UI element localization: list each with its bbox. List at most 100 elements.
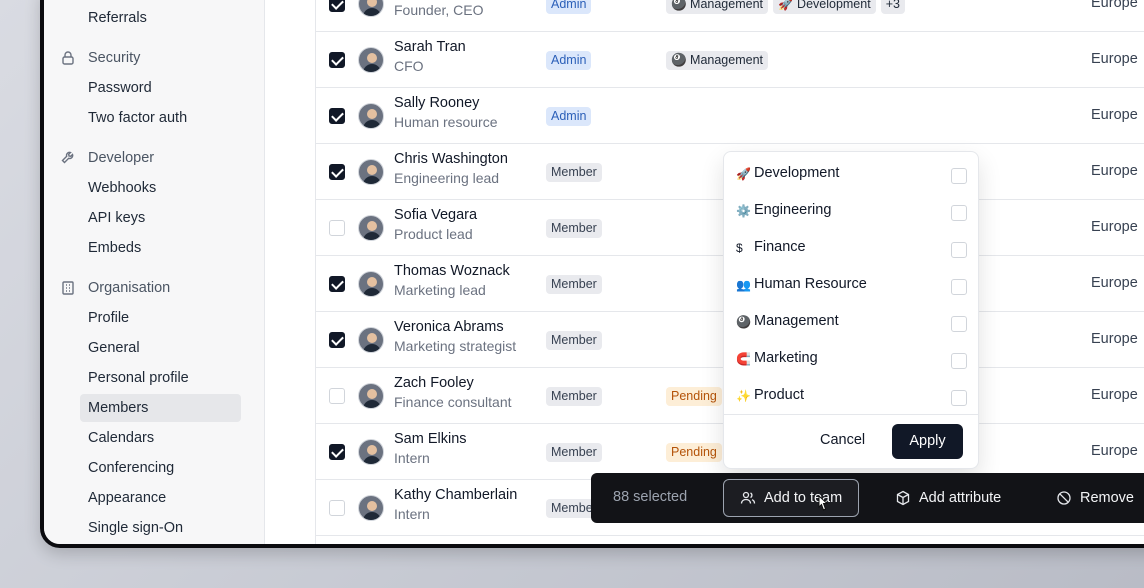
role-badge: Member	[546, 387, 602, 406]
sidebar-item-profile[interactable]: Profile	[88, 304, 129, 332]
row-checkbox[interactable]	[329, 220, 345, 236]
team-option-label: Management	[754, 313, 839, 329]
member-title: Founder, CEO	[394, 2, 484, 18]
mouse-cursor-icon	[818, 495, 829, 511]
pending-badge: Pending	[666, 443, 722, 462]
member-title: Marketing strategist	[394, 338, 517, 354]
team-option[interactable]: ⚙️ Engineering	[724, 192, 978, 229]
sidebar: Referrals Security Password Two factor a…	[44, 0, 265, 544]
team-option[interactable]: 🚀 Development	[724, 155, 978, 192]
team-option[interactable]: ✨ Product	[724, 377, 978, 414]
pending-badge: Pending	[666, 387, 722, 406]
users-icon	[740, 491, 756, 504]
member-name: Sally Rooney	[394, 95, 480, 111]
cancel-button[interactable]: Cancel	[820, 432, 865, 448]
add-to-team-button[interactable]: Add to team	[723, 479, 860, 517]
sidebar-item-members[interactable]: Members	[80, 394, 241, 422]
remove-label: Remove	[1080, 490, 1134, 506]
member-region: Europe	[1091, 275, 1138, 291]
team-tag: 🚀 Development	[773, 0, 876, 14]
row-checkbox[interactable]	[329, 332, 345, 348]
team-option-checkbox[interactable]	[951, 205, 967, 221]
row-checkbox[interactable]	[329, 0, 345, 12]
avatar	[358, 215, 384, 241]
member-region: Europe	[1091, 219, 1138, 235]
team-option-checkbox[interactable]	[951, 242, 967, 258]
role-badge: Admin	[546, 0, 592, 14]
member-name: Thomas Woznack	[394, 263, 510, 279]
role-badge: Member	[546, 219, 602, 238]
sidebar-item-password[interactable]: Password	[88, 74, 152, 102]
team-tag: 🎱 Management	[666, 0, 768, 14]
table-row[interactable]: Sally Rooney Human resource Admin Europe	[316, 88, 1144, 144]
team-option[interactable]: $ Finance	[724, 229, 978, 266]
sidebar-item-calendars[interactable]: Calendars	[88, 424, 154, 452]
row-checkbox[interactable]	[329, 276, 345, 292]
role-badge: Member	[546, 331, 602, 350]
apply-button[interactable]: Apply	[892, 424, 963, 459]
add-attribute-label: Add attribute	[919, 490, 1002, 506]
table-row[interactable]: Alex FischerFounder, CEOAdmin🎱 Managemen…	[316, 0, 1144, 32]
team-option-checkbox[interactable]	[951, 353, 967, 369]
team-emoji-icon: 🧲	[736, 352, 751, 366]
team-emoji-icon: $	[736, 241, 743, 255]
team-option-label: Finance	[754, 239, 806, 255]
row-checkbox[interactable]	[329, 500, 345, 516]
sidebar-item-embeds[interactable]: Embeds	[88, 234, 141, 262]
sidebar-item-webhooks[interactable]: Webhooks	[88, 174, 156, 202]
team-emoji-icon: ⚙️	[736, 204, 751, 218]
member-title: Engineering lead	[394, 170, 500, 186]
member-region: Europe	[1091, 107, 1138, 123]
team-option-checkbox[interactable]	[951, 168, 967, 184]
row-checkbox[interactable]	[329, 52, 345, 68]
team-tags: 🎱 Management	[666, 51, 768, 70]
sidebar-item-referrals[interactable]: Referrals	[88, 4, 147, 32]
member-name: Sarah Tran	[394, 39, 466, 55]
team-emoji-icon: 🚀	[736, 167, 751, 181]
sidebar-item-appearance[interactable]: Appearance	[88, 484, 166, 512]
sidebar-item-personal-profile[interactable]: Personal profile	[88, 364, 189, 392]
avatar	[358, 159, 384, 185]
team-tag: 🎱 Management	[666, 51, 768, 70]
sidebar-item-two-factor-auth[interactable]: Two factor auth	[88, 104, 187, 132]
team-option[interactable]: 👥 Human Resource	[724, 266, 978, 303]
member-title: Finance consultant	[394, 394, 512, 410]
lock-icon	[62, 51, 74, 65]
sidebar-item-single-sign-on[interactable]: Single sign-On	[88, 514, 183, 542]
member-region: Europe	[1091, 163, 1138, 179]
sidebar-group-label: Security	[88, 50, 141, 66]
table-row[interactable]: Sarah Tran CFO Admin 🎱 Management Europe	[316, 32, 1144, 88]
team-option-label: Development	[754, 165, 840, 181]
member-name: Chris Washington	[394, 151, 508, 167]
row-checkbox[interactable]	[329, 108, 345, 124]
team-option[interactable]: 🧲 Marketing	[724, 340, 978, 377]
role-badge: Admin	[546, 51, 592, 70]
team-option-checkbox[interactable]	[951, 279, 967, 295]
sidebar-item-conferencing[interactable]: Conferencing	[88, 454, 174, 482]
member-name: Sam Elkins	[394, 431, 467, 447]
avatar	[358, 47, 384, 73]
team-tags: Pending	[666, 387, 722, 406]
row-checkbox[interactable]	[329, 388, 345, 404]
team-option-checkbox[interactable]	[951, 316, 967, 332]
member-name: Sofia Vegara	[394, 207, 478, 223]
team-option-label: Product	[754, 387, 804, 403]
avatar	[358, 495, 384, 521]
team-option-checkbox[interactable]	[951, 390, 967, 406]
team-tag: +3	[880, 0, 905, 14]
sidebar-item-general[interactable]: General	[88, 334, 140, 362]
remove-button[interactable]: Remove	[1040, 479, 1144, 517]
add-attribute-button[interactable]: Add attribute	[879, 479, 1017, 517]
wrench-icon	[61, 151, 74, 164]
role-badge: Member	[546, 443, 602, 462]
team-option[interactable]: 🎱 Management	[724, 303, 978, 340]
members-table: Alex FischerFounder, CEOAdmin🎱 Managemen…	[265, 0, 1144, 544]
team-emoji-icon: 🎱	[736, 315, 751, 329]
sidebar-item-api-keys[interactable]: API keys	[88, 204, 145, 232]
row-checkbox[interactable]	[329, 164, 345, 180]
member-title: Intern	[394, 506, 430, 522]
row-checkbox[interactable]	[329, 444, 345, 460]
ban-icon	[1057, 491, 1071, 505]
member-name: Zach Fooley	[394, 375, 474, 391]
avatar	[358, 271, 384, 297]
